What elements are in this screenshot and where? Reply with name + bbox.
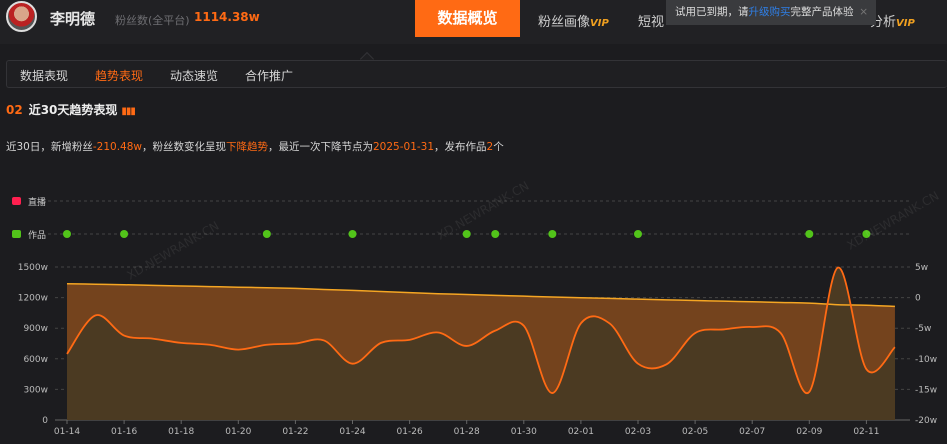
nav-analysis[interactable]: 分析VIP	[870, 11, 915, 30]
tab-activity[interactable]: 动态速览	[170, 67, 218, 84]
x-tick-label: 01-18	[168, 427, 194, 437]
fans-change: -210.48w	[92, 141, 142, 153]
y-left-tick: 300w	[23, 385, 48, 395]
x-tick-label: 01-26	[397, 427, 423, 437]
y-left-tick: 1200w	[18, 294, 48, 304]
works-dot	[462, 230, 471, 238]
fans-label: 粉丝数(全平台)	[115, 14, 190, 27]
decoration-icon: ▮▮▮	[121, 106, 135, 117]
nav-fans-profile[interactable]: 粉丝画像VIP	[538, 11, 609, 30]
works-icon	[12, 230, 21, 238]
x-tick-label: 01-30	[511, 427, 537, 437]
summary-text: ，粉丝数变化呈现	[142, 141, 226, 153]
y-right-tick: 5w	[915, 263, 928, 273]
y-left-tick: 1500w	[18, 263, 48, 273]
y-right-tick: -15w	[915, 385, 937, 395]
works-dot	[548, 230, 557, 238]
avatar[interactable]	[6, 1, 37, 32]
account-name: 李明德	[50, 10, 96, 28]
tab-cooperation[interactable]: 合作推广	[245, 67, 293, 84]
trial-expired-tooltip: 试用已到期，请升级购买完整产品体验 ×	[666, 0, 876, 25]
y-left-tick: 0	[42, 416, 48, 426]
x-tick-label: 01-16	[111, 427, 137, 437]
x-tick-label: 02-09	[796, 427, 822, 437]
drop-date: 2025-01-31	[373, 141, 435, 153]
watermark: XD.NEWRANK.CN	[845, 189, 942, 253]
nav-data-overview[interactable]: 数据概览	[415, 0, 520, 37]
x-tick-label: 01-14	[54, 427, 80, 437]
works-dot	[491, 230, 500, 238]
x-tick-label: 01-20	[225, 427, 251, 437]
y-right-tick: 0	[915, 294, 921, 304]
works-dot	[262, 230, 271, 238]
fans-value: 1114.38w	[194, 10, 260, 24]
tab-data-performance[interactable]: 数据表现	[20, 67, 68, 84]
works-dot	[348, 230, 357, 238]
section-number: 02	[6, 103, 23, 117]
x-tick-label: 02-03	[625, 427, 651, 437]
summary-text: ，最近一次下降节点为	[268, 141, 373, 153]
tooltip-text: 完整产品体验	[790, 6, 854, 18]
y-right-tick: -5w	[915, 324, 931, 334]
trend-chart: 直播作品 0 -20w 300w -15w 600w -10w 900w -5w 1200w 0 15…	[12, 180, 942, 437]
summary-text: ，发布作品	[434, 141, 487, 153]
trend-text: 下降趋势	[226, 141, 268, 153]
subnav: 数据表现 趋势表现 动态速览 合作推广	[6, 60, 947, 88]
vip-badge: VIP	[590, 18, 609, 29]
x-tick-label: 02-07	[739, 427, 765, 437]
x-tick-label: 02-05	[682, 427, 708, 437]
y-left-tick: 900w	[23, 324, 48, 334]
summary-text: 近30日，新增粉丝	[6, 141, 93, 153]
x-tick-label: 02-01	[568, 427, 594, 437]
nav-short-video[interactable]: 短视	[638, 11, 664, 30]
live-icon	[12, 197, 21, 205]
tooltip-text: 试用已到期，请	[675, 6, 749, 18]
x-tick-label: 02-11	[853, 427, 879, 437]
watermark: XD.NEWRANK.CN	[435, 180, 532, 243]
y-right-tick: -20w	[915, 416, 937, 426]
section-title: 02 近30天趋势表现 ▮▮▮	[6, 101, 136, 118]
x-tick-label: 01-28	[454, 427, 480, 437]
legend-works: 作品	[28, 229, 46, 241]
header: 李明德 粉丝数(全平台) 1114.38w 数据概览 粉丝画像VIP 短视 分析…	[0, 0, 947, 44]
works-dot	[805, 230, 814, 238]
trend-summary: 近30日，新增粉丝-210.48w，粉丝数变化呈现下降趋势，最近一次下降节点为2…	[6, 139, 504, 154]
close-icon[interactable]: ×	[859, 0, 868, 24]
tab-trend-performance[interactable]: 趋势表现	[95, 67, 143, 84]
nav-label: 粉丝画像	[538, 15, 591, 30]
section-title-text: 近30天趋势表现	[28, 103, 118, 117]
y-right-tick: -10w	[915, 355, 937, 365]
vip-badge: VIP	[896, 18, 915, 29]
summary-text: 个	[493, 141, 504, 153]
works-dot	[63, 230, 71, 238]
x-tick-label: 01-24	[339, 427, 365, 437]
y-left-tick: 600w	[23, 355, 48, 365]
legend-live: 直播	[28, 196, 46, 208]
works-dot	[634, 230, 642, 238]
upgrade-link[interactable]: 升级购买	[749, 6, 791, 18]
x-tick-label: 01-22	[282, 427, 308, 437]
works-dot	[120, 230, 129, 238]
watermark: XD.NEWRANK.CN	[125, 219, 222, 283]
